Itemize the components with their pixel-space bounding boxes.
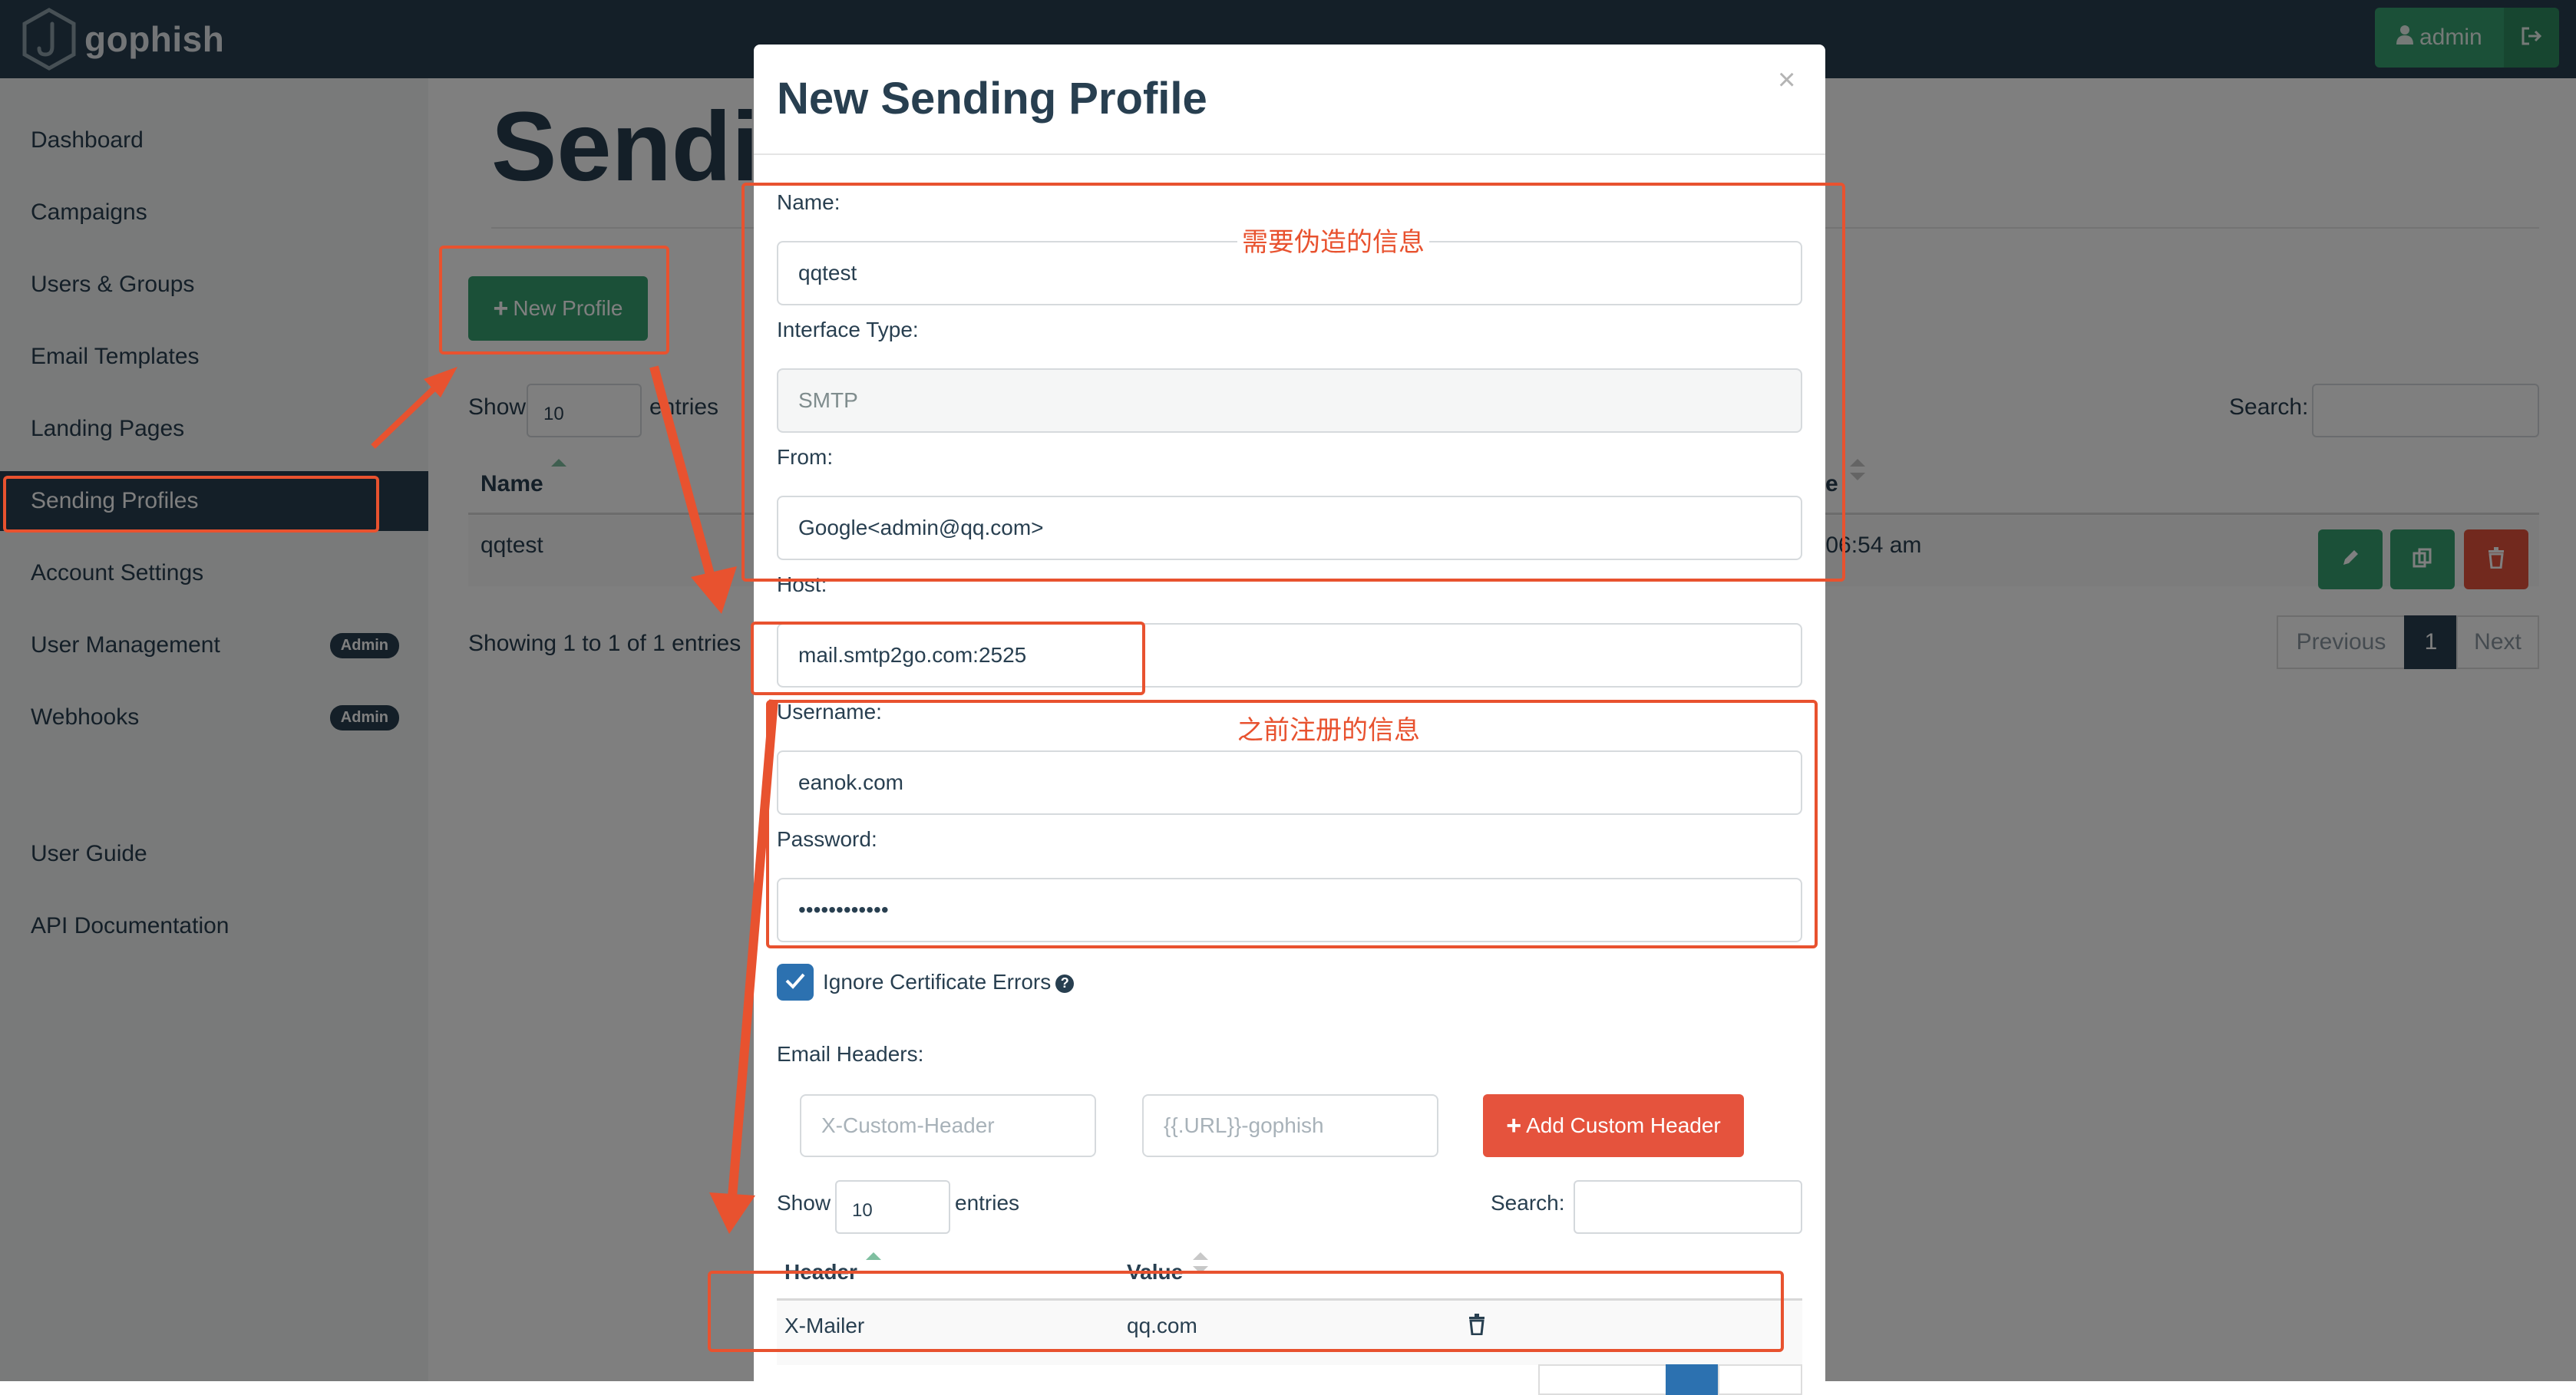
custom-header-value-input[interactable]: {{.URL}}-gophish: [1142, 1094, 1438, 1157]
headers-entries-select[interactable]: 10: [835, 1180, 950, 1234]
close-icon[interactable]: ×: [1778, 63, 1795, 97]
annotation-box-sending-profiles: [3, 476, 379, 533]
annotation-text-registered-info: 之前注册的信息: [1233, 709, 1425, 747]
headers-search-input[interactable]: [1574, 1180, 1802, 1234]
modal-header-divider: [754, 153, 1825, 155]
ignore-cert-label: Ignore Certificate Errors?: [823, 970, 1075, 994]
headers-pagination-next[interactable]: [1718, 1364, 1802, 1395]
ignore-cert-checkbox[interactable]: [777, 964, 814, 1001]
headers-show-label: Show: [777, 1191, 831, 1215]
sort-asc-icon: [866, 1252, 881, 1260]
question-circle-icon[interactable]: ?: [1055, 974, 1075, 993]
headers-pagination-previous[interactable]: [1538, 1364, 1669, 1395]
plus-icon: +: [1506, 1110, 1522, 1140]
ignore-cert-text: Ignore Certificate Errors: [823, 970, 1052, 994]
headers-entries-label: entries: [955, 1191, 1020, 1215]
annotation-text-spoof-info: 需要伪造的信息: [1237, 221, 1429, 259]
headers-search-label: Search:: [1491, 1191, 1565, 1215]
modal-title: New Sending Profile: [777, 74, 1207, 124]
annotation-box-new-profile: [439, 246, 669, 355]
annotation-box-host: [751, 622, 1145, 695]
annotation-box-header-row: [708, 1271, 1784, 1352]
check-icon: [784, 971, 806, 994]
headers-pagination-page-1[interactable]: [1666, 1364, 1719, 1395]
email-headers-label: Email Headers:: [777, 1042, 924, 1066]
add-custom-header-label: Add Custom Header: [1526, 1113, 1721, 1137]
add-custom-header-button[interactable]: + Add Custom Header: [1483, 1094, 1744, 1157]
custom-header-input[interactable]: X-Custom-Header: [800, 1094, 1096, 1157]
